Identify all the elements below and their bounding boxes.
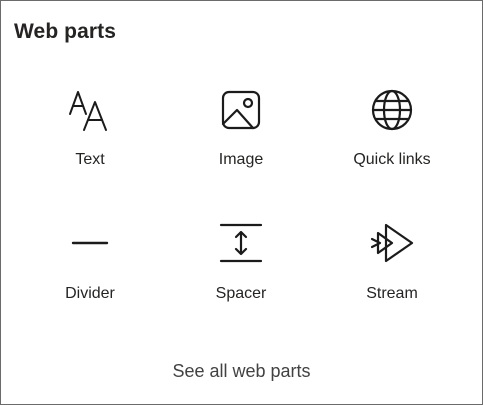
web-part-label: Stream: [366, 285, 418, 302]
web-part-label: Spacer: [215, 285, 267, 302]
spacer-icon: [217, 219, 265, 267]
divider-icon: [66, 219, 114, 267]
web-parts-panel: Web parts Text Image Quick links Divider…: [0, 0, 483, 405]
see-all-web-parts-link[interactable]: See all web parts: [1, 361, 482, 382]
web-part-spacer[interactable]: Spacer: [166, 1, 316, 321]
web-part-label: Divider: [65, 285, 115, 302]
stream-play-icon: [368, 219, 416, 267]
web-part-divider[interactable]: Divider: [15, 1, 165, 321]
web-part-stream[interactable]: Stream: [317, 1, 467, 321]
